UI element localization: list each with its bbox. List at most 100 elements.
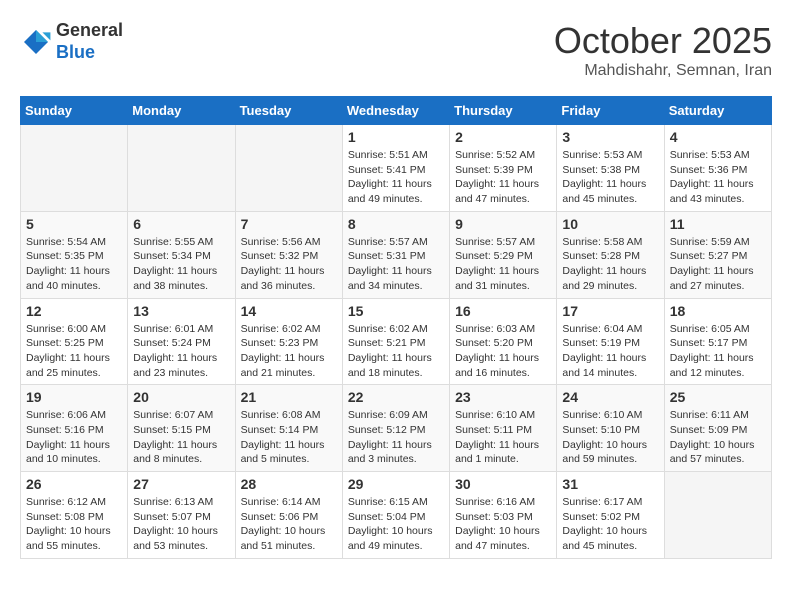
day-number: 20 <box>133 389 229 405</box>
calendar-week-row: 19 Sunrise: 6:06 AMSunset: 5:16 PMDayligh… <box>21 385 772 472</box>
day-number: 25 <box>670 389 766 405</box>
weekday-header-row: SundayMondayTuesdayWednesdayThursdayFrid… <box>21 97 772 125</box>
weekday-header: Thursday <box>450 97 557 125</box>
weekday-header: Monday <box>128 97 235 125</box>
calendar-cell: 27 Sunrise: 6:13 AMSunset: 5:07 PMDayligh… <box>128 472 235 559</box>
calendar-cell: 1 Sunrise: 5:51 AMSunset: 5:41 PMDaylight… <box>342 125 449 212</box>
calendar-cell: 30 Sunrise: 6:16 AMSunset: 5:03 PMDayligh… <box>450 472 557 559</box>
calendar-cell <box>128 125 235 212</box>
calendar-table: SundayMondayTuesdayWednesdayThursdayFrid… <box>20 96 772 559</box>
day-number: 11 <box>670 216 766 232</box>
calendar-cell: 20 Sunrise: 6:07 AMSunset: 5:15 PMDayligh… <box>128 385 235 472</box>
calendar-cell: 4 Sunrise: 5:53 AMSunset: 5:36 PMDaylight… <box>664 125 771 212</box>
day-number: 3 <box>562 129 658 145</box>
day-info: Sunrise: 5:51 AMSunset: 5:41 PMDaylight:… <box>348 148 444 207</box>
weekday-header: Wednesday <box>342 97 449 125</box>
day-info: Sunrise: 6:02 AMSunset: 5:23 PMDaylight:… <box>241 322 337 381</box>
day-info: Sunrise: 6:08 AMSunset: 5:14 PMDaylight:… <box>241 408 337 467</box>
day-number: 28 <box>241 476 337 492</box>
calendar-cell: 21Sunrise: 6:08 AMSunset: 5:14 PMDayligh… <box>235 385 342 472</box>
calendar-cell: 15 Sunrise: 6:02 AMSunset: 5:21 PMDayligh… <box>342 298 449 385</box>
calendar-cell: 9 Sunrise: 5:57 AMSunset: 5:29 PMDaylight… <box>450 211 557 298</box>
day-info: Sunrise: 6:05 AMSunset: 5:17 PMDaylight:… <box>670 322 766 381</box>
day-info: Sunrise: 6:02 AMSunset: 5:21 PMDaylight:… <box>348 322 444 381</box>
calendar-week-row: 1 Sunrise: 5:51 AMSunset: 5:41 PMDaylight… <box>21 125 772 212</box>
day-number: 13 <box>133 303 229 319</box>
calendar-cell: 13 Sunrise: 6:01 AMSunset: 5:24 PMDayligh… <box>128 298 235 385</box>
calendar-cell: 22 Sunrise: 6:09 AMSunset: 5:12 PMDayligh… <box>342 385 449 472</box>
day-info: Sunrise: 6:03 AMSunset: 5:20 PMDaylight:… <box>455 322 551 381</box>
logo: General Blue <box>20 20 123 63</box>
day-number: 5 <box>26 216 122 232</box>
page-header: General Blue October 2025 Mahdishahr, Se… <box>20 20 772 80</box>
day-info: Sunrise: 5:53 AMSunset: 5:36 PMDaylight:… <box>670 148 766 207</box>
calendar-cell: 25 Sunrise: 6:11 AMSunset: 5:09 PMDayligh… <box>664 385 771 472</box>
calendar-cell <box>21 125 128 212</box>
day-number: 26 <box>26 476 122 492</box>
weekday-header: Friday <box>557 97 664 125</box>
day-info: Sunrise: 6:13 AMSunset: 5:07 PMDaylight:… <box>133 495 229 554</box>
calendar-cell <box>235 125 342 212</box>
weekday-header: Saturday <box>664 97 771 125</box>
calendar-cell: 19 Sunrise: 6:06 AMSunset: 5:16 PMDayligh… <box>21 385 128 472</box>
day-number: 4 <box>670 129 766 145</box>
weekday-header: Tuesday <box>235 97 342 125</box>
logo-icon <box>20 26 52 58</box>
day-number: 27 <box>133 476 229 492</box>
day-number: 10 <box>562 216 658 232</box>
day-number: 19 <box>26 389 122 405</box>
calendar-cell: 8 Sunrise: 5:57 AMSunset: 5:31 PMDaylight… <box>342 211 449 298</box>
calendar-week-row: 12 Sunrise: 6:00 AMSunset: 5:25 PMDayligh… <box>21 298 772 385</box>
day-info: Sunrise: 6:12 AMSunset: 5:08 PMDaylight:… <box>26 495 122 554</box>
day-number: 1 <box>348 129 444 145</box>
day-info: Sunrise: 6:01 AMSunset: 5:24 PMDaylight:… <box>133 322 229 381</box>
day-info: Sunrise: 6:06 AMSunset: 5:16 PMDaylight:… <box>26 408 122 467</box>
day-info: Sunrise: 6:10 AMSunset: 5:10 PMDaylight:… <box>562 408 658 467</box>
calendar-cell: 24 Sunrise: 6:10 AMSunset: 5:10 PMDayligh… <box>557 385 664 472</box>
day-number: 9 <box>455 216 551 232</box>
day-info: Sunrise: 5:53 AMSunset: 5:38 PMDaylight:… <box>562 148 658 207</box>
day-info: Sunrise: 6:09 AMSunset: 5:12 PMDaylight:… <box>348 408 444 467</box>
day-number: 15 <box>348 303 444 319</box>
day-info: Sunrise: 5:56 AMSunset: 5:32 PMDaylight:… <box>241 235 337 294</box>
day-info: Sunrise: 6:15 AMSunset: 5:04 PMDaylight:… <box>348 495 444 554</box>
day-info: Sunrise: 6:16 AMSunset: 5:03 PMDaylight:… <box>455 495 551 554</box>
day-number: 12 <box>26 303 122 319</box>
calendar-week-row: 26 Sunrise: 6:12 AMSunset: 5:08 PMDayligh… <box>21 472 772 559</box>
calendar-cell: 17Sunrise: 6:04 AMSunset: 5:19 PMDayligh… <box>557 298 664 385</box>
day-number: 2 <box>455 129 551 145</box>
day-info: Sunrise: 6:00 AMSunset: 5:25 PMDaylight:… <box>26 322 122 381</box>
month-title: October 2025 <box>554 20 772 62</box>
calendar-cell: 7 Sunrise: 5:56 AMSunset: 5:32 PMDaylight… <box>235 211 342 298</box>
day-number: 18 <box>670 303 766 319</box>
calendar-cell: 14 Sunrise: 6:02 AMSunset: 5:23 PMDayligh… <box>235 298 342 385</box>
day-info: Sunrise: 6:04 AMSunset: 5:19 PMDaylight:… <box>562 322 658 381</box>
day-number: 8 <box>348 216 444 232</box>
calendar-cell: 26 Sunrise: 6:12 AMSunset: 5:08 PMDayligh… <box>21 472 128 559</box>
day-number: 24 <box>562 389 658 405</box>
calendar-week-row: 5Sunrise: 5:54 AMSunset: 5:35 PMDaylight… <box>21 211 772 298</box>
calendar-cell: 11 Sunrise: 5:59 AMSunset: 5:27 PMDayligh… <box>664 211 771 298</box>
calendar-cell: 6Sunrise: 5:55 AMSunset: 5:34 PMDaylight… <box>128 211 235 298</box>
day-number: 30 <box>455 476 551 492</box>
day-number: 7 <box>241 216 337 232</box>
day-info: Sunrise: 6:14 AMSunset: 5:06 PMDaylight:… <box>241 495 337 554</box>
day-info: Sunrise: 6:07 AMSunset: 5:15 PMDaylight:… <box>133 408 229 467</box>
day-number: 6 <box>133 216 229 232</box>
day-info: Sunrise: 5:57 AMSunset: 5:29 PMDaylight:… <box>455 235 551 294</box>
day-info: Sunrise: 6:10 AMSunset: 5:11 PMDaylight:… <box>455 408 551 467</box>
weekday-header: Sunday <box>21 97 128 125</box>
location-title: Mahdishahr, Semnan, Iran <box>554 62 772 80</box>
day-info: Sunrise: 5:58 AMSunset: 5:28 PMDaylight:… <box>562 235 658 294</box>
day-number: 22 <box>348 389 444 405</box>
day-info: Sunrise: 6:11 AMSunset: 5:09 PMDaylight:… <box>670 408 766 467</box>
day-info: Sunrise: 5:57 AMSunset: 5:31 PMDaylight:… <box>348 235 444 294</box>
day-number: 16 <box>455 303 551 319</box>
calendar-cell: 29Sunrise: 6:15 AMSunset: 5:04 PMDayligh… <box>342 472 449 559</box>
calendar-cell: 2Sunrise: 5:52 AMSunset: 5:39 PMDaylight… <box>450 125 557 212</box>
day-number: 14 <box>241 303 337 319</box>
calendar-cell: 18 Sunrise: 6:05 AMSunset: 5:17 PMDayligh… <box>664 298 771 385</box>
day-info: Sunrise: 5:59 AMSunset: 5:27 PMDaylight:… <box>670 235 766 294</box>
calendar-cell: 5Sunrise: 5:54 AMSunset: 5:35 PMDaylight… <box>21 211 128 298</box>
day-info: Sunrise: 6:17 AMSunset: 5:02 PMDaylight:… <box>562 495 658 554</box>
